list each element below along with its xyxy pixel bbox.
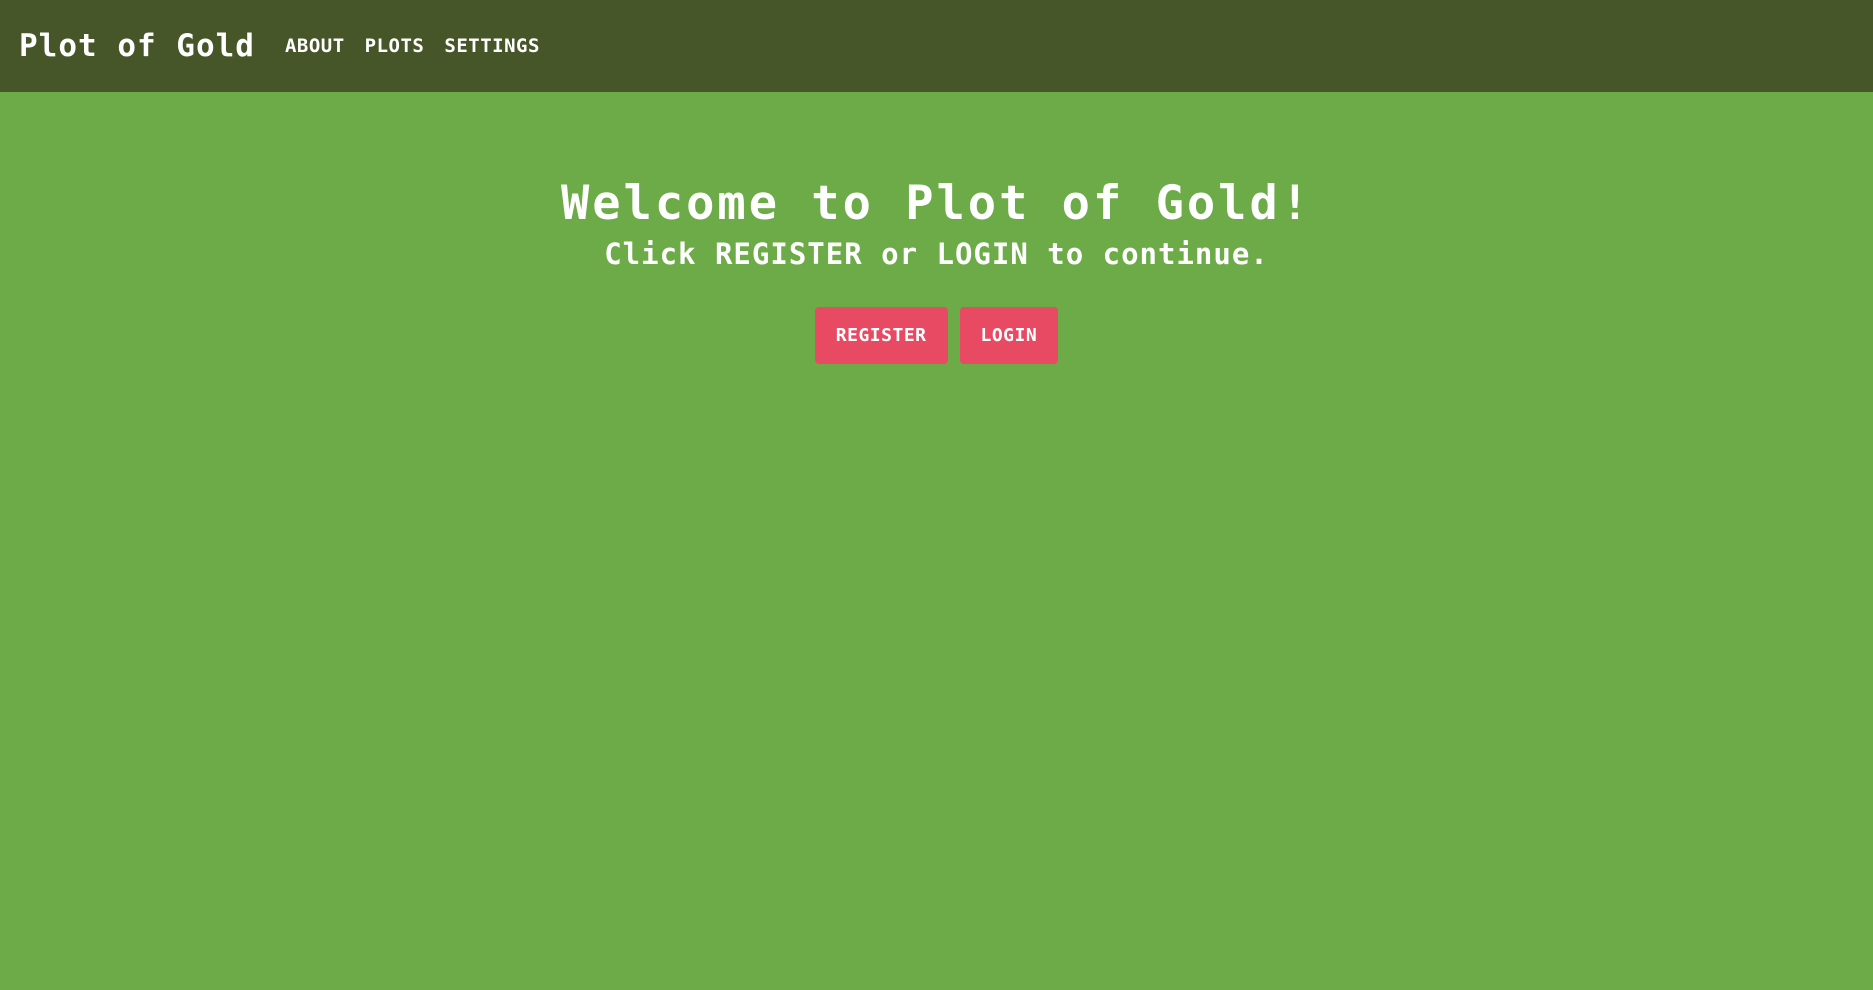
navbar: Plot of Gold ABOUT PLOTS SETTINGS	[0, 0, 1873, 92]
nav-link-about[interactable]: ABOUT	[285, 35, 345, 57]
brand-logo[interactable]: Plot of Gold	[19, 28, 255, 64]
nav-link-settings[interactable]: SETTINGS	[444, 35, 540, 57]
login-button[interactable]: LOGIN	[959, 307, 1059, 365]
page-subtitle: Click REGISTER or LOGIN to continue.	[604, 237, 1269, 272]
page-title: Welcome to Plot of Gold!	[560, 176, 1313, 231]
nav-link-plots[interactable]: PLOTS	[365, 35, 425, 57]
hero-section: Welcome to Plot of Gold! Click REGISTER …	[0, 92, 1873, 365]
register-button[interactable]: REGISTER	[814, 307, 948, 365]
nav-links: ABOUT PLOTS SETTINGS	[285, 35, 540, 57]
auth-buttons: REGISTER LOGIN	[0, 307, 1873, 365]
